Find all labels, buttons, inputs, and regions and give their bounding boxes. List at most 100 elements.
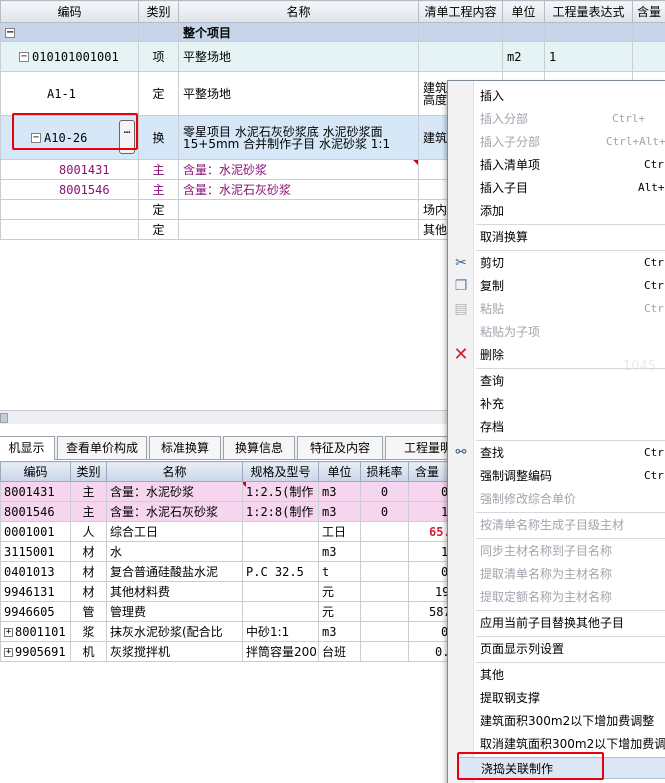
- tab-machine-display[interactable]: 机显示: [0, 436, 55, 460]
- project-name: 整个项目: [178, 22, 419, 42]
- tab-features[interactable]: 特征及内容: [297, 436, 383, 459]
- menu-item-area-fee-adjust[interactable]: 建筑面积300m2以下增加费调整: [474, 710, 665, 732]
- row-code: 9905691: [15, 644, 66, 659]
- item-code: 010101001001: [32, 49, 119, 64]
- menu-item-insert-subitem[interactable]: 插入子目 Alt+: [474, 177, 665, 199]
- menu-item-label: 粘贴: [480, 302, 505, 316]
- menu-separator: [476, 538, 665, 539]
- row-loss[interactable]: [360, 561, 409, 582]
- scissors-icon: ✂: [455, 255, 467, 271]
- menu-item-archive[interactable]: 存档: [474, 416, 665, 438]
- menu-item-insert[interactable]: 插入: [474, 85, 665, 107]
- context-menu: 1045 插入 插入分部 Ctrl+ 插入子分部 Ctrl+Alt+ 插入清单项 Ct…: [447, 80, 665, 783]
- row-loss[interactable]: [360, 581, 409, 602]
- menu-item-cut[interactable]: 剪切 Ctr: [474, 252, 665, 274]
- row-loss[interactable]: [360, 641, 409, 662]
- menu-item-extract-bill-name[interactable]: 提取清单名称为主材名称: [474, 563, 665, 585]
- tab-unit-price[interactable]: 查看单价构成: [57, 436, 147, 459]
- col-header-type[interactable]: 类别: [70, 461, 107, 482]
- table-row-item[interactable]: −010101001001 项 平整场地 m2 1: [0, 41, 665, 72]
- row-loss[interactable]: [360, 541, 409, 562]
- row-spec: P.C 32.5: [242, 561, 319, 582]
- material-code: 8001546: [0, 179, 139, 200]
- menu-separator: [476, 440, 665, 441]
- col-header-type[interactable]: 类别: [138, 0, 179, 23]
- col-header-code[interactable]: 编码: [0, 0, 139, 23]
- item-name: 平整场地: [178, 41, 419, 72]
- col-header-content[interactable]: 清单工程内容: [418, 0, 503, 23]
- row-loss[interactable]: [360, 621, 409, 642]
- menu-shortcut: Ctr: [644, 446, 664, 459]
- item-unit: m2: [502, 41, 545, 72]
- collapse-icon[interactable]: −: [5, 27, 15, 38]
- menu-item-supplement[interactable]: 补充: [474, 393, 665, 415]
- menu-item-force-adjust-code[interactable]: 强制调整编码 Ctr: [474, 465, 665, 487]
- menu-item-copy[interactable]: 复制 Ctr: [474, 275, 665, 297]
- menu-shortcut: Ctr: [644, 158, 664, 171]
- menu-item-add[interactable]: 添加: [474, 200, 665, 222]
- item-content: [418, 41, 503, 72]
- menu-item-paste[interactable]: 粘贴 Ctr: [474, 298, 665, 320]
- quota-name: 零星项目 水泥石灰砂浆底 水泥砂浆面 15+5mm 合并制作子目 水泥砂浆 1:…: [178, 115, 419, 160]
- menu-item-sync-material-name[interactable]: 同步主材名称到子目名称: [474, 540, 665, 562]
- menu-item-label: 删除: [480, 348, 505, 362]
- row-type: 人: [70, 521, 107, 542]
- item-expr[interactable]: 1: [544, 41, 633, 72]
- row-type: 主: [70, 501, 107, 522]
- menu-item-label: 查找: [480, 446, 505, 460]
- col-header-qty[interactable]: 含量: [632, 0, 665, 23]
- collapse-icon[interactable]: −: [19, 52, 29, 62]
- menu-item-apply-replace[interactable]: 应用当前子目替换其他子目: [474, 612, 665, 634]
- highlight-box-ellipsis: [12, 113, 138, 150]
- material-type: 主: [138, 159, 179, 180]
- menu-separator: [476, 512, 665, 513]
- scrollbar-thumb[interactable]: [0, 413, 8, 423]
- col-header-spec[interactable]: 规格及型号: [242, 461, 319, 482]
- menu-separator: [476, 224, 665, 225]
- quota-type: 定: [138, 219, 179, 240]
- menu-item-label: 提取定额名称为主材名称: [480, 590, 613, 604]
- col-header-name[interactable]: 名称: [178, 0, 419, 23]
- menu-icon-gutter: [448, 81, 474, 783]
- menu-item-cancel-conversion[interactable]: 取消换算: [474, 226, 665, 248]
- menu-shortcut: Ctr: [644, 279, 664, 292]
- menu-item-force-modify-price[interactable]: 强制修改综合单价: [474, 488, 665, 510]
- row-loss[interactable]: [360, 521, 409, 542]
- horizontal-scrollbar[interactable]: [0, 410, 447, 424]
- row-loss[interactable]: 0: [360, 501, 409, 522]
- menu-item-query[interactable]: 查询: [474, 370, 665, 392]
- menu-item-label: 补充: [480, 397, 505, 411]
- row-loss[interactable]: 0: [360, 481, 409, 502]
- menu-item-label: 存档: [480, 420, 505, 434]
- menu-item-paste-as-child[interactable]: 粘贴为子项: [474, 321, 665, 343]
- menu-item-generate-main-material[interactable]: 按清单名称生成子目级主材: [474, 514, 665, 536]
- col-header-loss[interactable]: 损耗率: [360, 461, 409, 482]
- col-header-name[interactable]: 名称: [106, 461, 243, 482]
- col-header-expr[interactable]: 工程量表达式: [544, 0, 633, 23]
- row-type: 主: [70, 481, 107, 502]
- row-type: 机: [70, 641, 107, 662]
- tab-standard-conversion[interactable]: 标准换算: [149, 436, 221, 459]
- expand-icon[interactable]: +: [4, 627, 13, 637]
- table-row-project[interactable]: − 整个项目: [0, 22, 665, 42]
- menu-item-insert-bill[interactable]: 插入清单项 Ctr: [474, 154, 665, 176]
- col-header-unit[interactable]: 单位: [502, 0, 545, 23]
- row-loss[interactable]: [360, 601, 409, 622]
- menu-item-insert-subsection[interactable]: 插入子分部 Ctrl+Alt+: [474, 131, 665, 153]
- menu-item-label: 插入子分部: [480, 135, 541, 149]
- col-header-unit[interactable]: 单位: [318, 461, 361, 482]
- menu-shortcut: Ctr: [644, 256, 664, 269]
- menu-item-find[interactable]: 查找 Ctr: [474, 442, 665, 464]
- menu-item-delete[interactable]: 删除: [474, 344, 665, 366]
- menu-item-column-settings[interactable]: 页面显示列设置: [474, 638, 665, 660]
- expand-icon[interactable]: +: [4, 647, 13, 657]
- menu-item-extract-steel-support[interactable]: 提取钢支撑: [474, 687, 665, 709]
- row-unit: 元: [318, 581, 361, 602]
- tab-conversion-info[interactable]: 换算信息: [223, 436, 295, 459]
- menu-item-other[interactable]: 其他: [474, 664, 665, 686]
- menu-item-extract-quota-name[interactable]: 提取定额名称为主材名称: [474, 586, 665, 608]
- menu-item-insert-section[interactable]: 插入分部 Ctrl+: [474, 108, 665, 130]
- col-header-code[interactable]: 编码: [0, 461, 71, 482]
- app-window: { "top_grid": { "headers": ["编码", "类别", …: [0, 0, 665, 783]
- row-unit: m3: [318, 541, 361, 562]
